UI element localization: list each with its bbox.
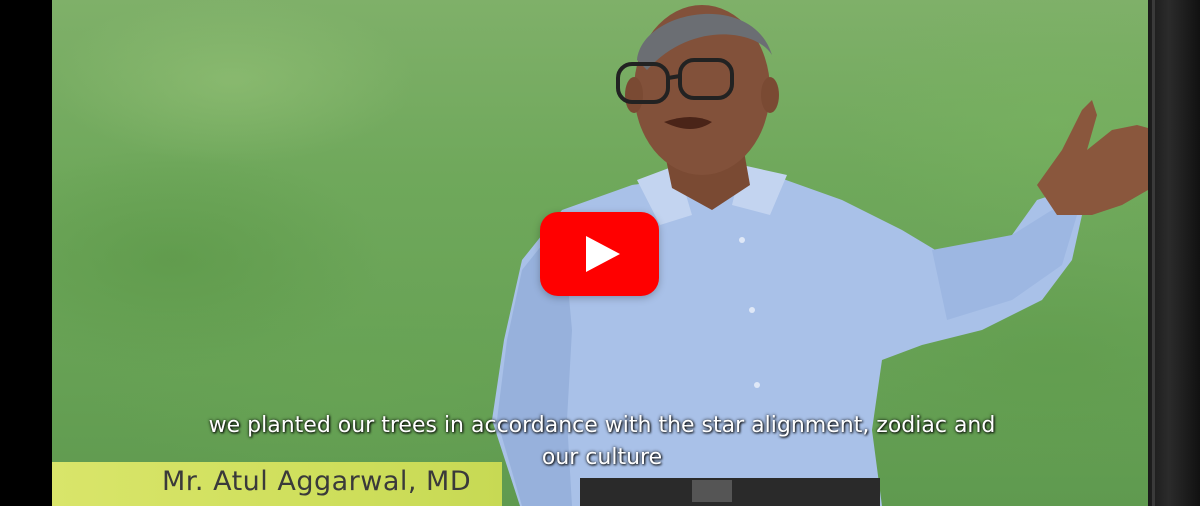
subtitle-line-2: our culture [541,445,663,470]
video-player[interactable]: Mr. Atul Aggarwal, MD we planted our tre… [0,0,1200,506]
subtitle-line-1: we planted our trees in accordance with … [208,413,996,438]
play-icon [586,236,620,272]
letterbox-right [1148,0,1200,506]
play-button[interactable] [540,212,659,296]
subtitle-caption: we planted our trees in accordance with … [172,410,1032,474]
letterbox-left [0,0,52,506]
